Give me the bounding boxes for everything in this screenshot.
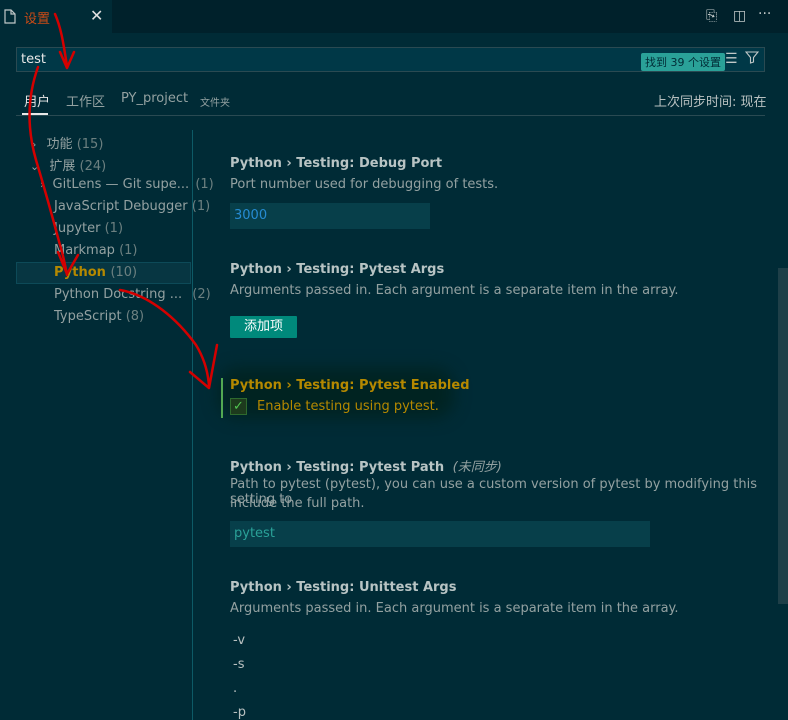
toc-item-typescript[interactable]: TypeScript (8) — [54, 309, 144, 324]
setting-description: Arguments passed in. Each argument is a … — [230, 283, 679, 298]
toc-count: (1) — [119, 243, 138, 258]
toc-item-extensions[interactable]: ⌄ 扩展 (24) — [30, 155, 106, 174]
toc-label: 功能 — [46, 137, 73, 152]
toc-label: 扩展 — [49, 159, 76, 174]
search-input[interactable]: test — [21, 52, 46, 67]
toc-item-javascript-debugger[interactable]: JavaScript Debugger (1) — [54, 199, 210, 214]
tab-title: 设置 — [24, 12, 51, 27]
input-value: 3000 — [234, 208, 268, 223]
toc-label: Markmap — [54, 243, 115, 258]
modified-indicator — [221, 378, 223, 418]
tab-folder[interactable]: PY_project — [121, 91, 188, 106]
unsynced-label: (未同步) — [452, 460, 502, 475]
file-icon — [4, 9, 16, 28]
setting-description: Port number used for debugging of tests. — [230, 177, 499, 192]
toc-count: (1) — [191, 199, 211, 214]
search-result-count-badge: 找到 39 个设置 — [641, 53, 725, 71]
toc-item-gitlens[interactable]: › GitLens — Git supe... (1) — [40, 177, 214, 192]
toc-item-python[interactable]: Python (10) — [54, 265, 137, 280]
add-item-button[interactable]: 添加项 — [230, 316, 297, 338]
clear-filter-icon[interactable]: ☰ — [725, 51, 738, 67]
filter-icon[interactable] — [744, 50, 760, 68]
setting-title: Python › Testing: Pytest Args — [230, 262, 445, 277]
setting-description: Enable testing using pytest. — [257, 399, 439, 414]
toc-item-features[interactable]: › 功能 (15) — [32, 133, 103, 152]
toc-count: (15) — [76, 137, 104, 152]
sync-status: 上次同步时间: 现在 — [654, 95, 767, 110]
list-item[interactable]: -s — [233, 657, 244, 672]
tab-workspace[interactable]: 工作区 — [66, 91, 105, 110]
chevron-right-icon: › — [40, 178, 45, 191]
annotation-arrow — [118, 288, 219, 390]
toc-label: Jupyter — [54, 221, 101, 236]
folder-tag: 文件夹 — [200, 98, 230, 109]
scrollbar-thumb[interactable] — [778, 268, 788, 604]
toc-count: (2) — [192, 287, 211, 302]
scope-divider — [16, 115, 765, 116]
toc-item-markmap[interactable]: Markmap (1) — [54, 243, 138, 258]
list-item[interactable]: -v — [233, 633, 245, 648]
tab-user[interactable]: 用户 — [24, 91, 50, 110]
more-actions-icon[interactable]: ··· — [758, 6, 771, 22]
setting-title: Python › Testing: Pytest Enabled — [230, 378, 470, 393]
setting-title: Python › Testing: Pytest Path (未同步) — [230, 456, 502, 475]
open-settings-json-icon[interactable]: ⎘ — [706, 8, 717, 24]
chevron-down-icon: ⌄ — [30, 160, 40, 173]
setting-title-text: Python › Testing: Pytest Path — [230, 460, 445, 475]
toc-label: TypeScript — [54, 309, 122, 324]
toc-label: Python Docstring ... — [54, 287, 183, 302]
chevron-right-icon: › — [32, 138, 37, 151]
list-item[interactable]: -p — [233, 705, 246, 720]
debug-port-input[interactable]: 3000 — [230, 203, 430, 229]
pytest-path-input[interactable]: pytest — [230, 521, 650, 547]
toc-item-jupyter[interactable]: Jupyter (1) — [54, 221, 123, 236]
setting-description: Arguments passed in. Each argument is a … — [230, 601, 679, 616]
toc-label: JavaScript Debugger — [54, 199, 188, 214]
input-value: pytest — [234, 526, 275, 541]
settings-search-box[interactable]: test 找到 39 个设置 ☰ — [16, 47, 765, 72]
settings-tab[interactable]: 设置 ✕ — [0, 0, 112, 33]
toc-count: (24) — [79, 159, 107, 174]
list-item[interactable]: . — [233, 681, 237, 696]
toc-label: GitLens — Git supe... — [52, 177, 190, 192]
pytest-enabled-checkbox[interactable]: ✓ — [230, 398, 247, 415]
setting-title: Python › Testing: Unittest Args — [230, 580, 457, 595]
setting-title: Python › Testing: Debug Port — [230, 156, 443, 171]
close-icon[interactable]: ✕ — [90, 6, 103, 25]
toc-count: (1) — [195, 177, 214, 192]
toc-count: (10) — [110, 265, 138, 280]
toc-divider — [192, 130, 193, 720]
toc-label: Python — [54, 265, 106, 280]
setting-description-cont: include the full path. — [230, 496, 365, 511]
toc-count: (8) — [125, 309, 145, 324]
split-editor-icon[interactable]: ◫ — [733, 8, 746, 24]
toc-item-python-docstring[interactable]: Python Docstring ... (2) — [54, 287, 211, 302]
toc-count: (1) — [104, 221, 124, 236]
tab-bar — [0, 0, 788, 33]
